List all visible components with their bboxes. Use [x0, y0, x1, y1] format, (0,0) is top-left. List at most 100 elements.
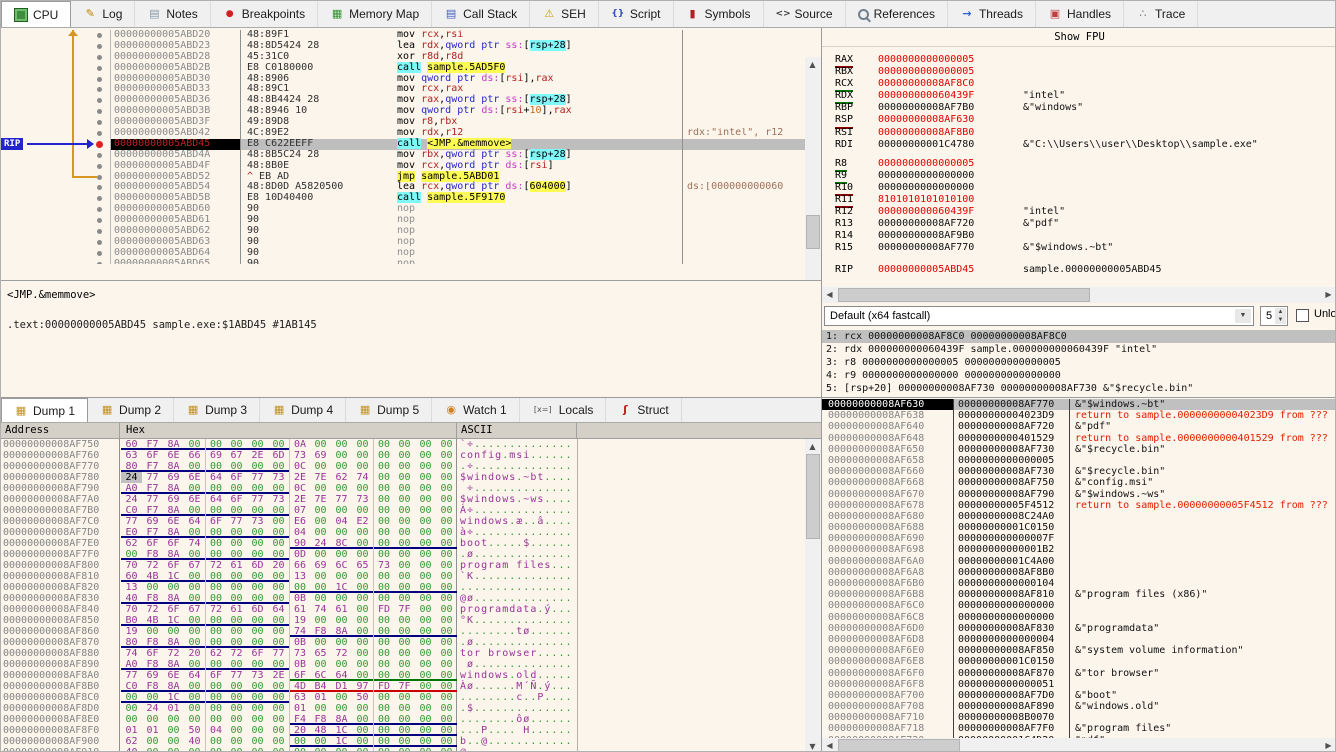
dump-hex-bytes[interactable]: 77696E646F77732E6F6C640000000000 [120, 670, 457, 681]
breakpoint-dot[interactable] [97, 218, 102, 223]
scroll-left-icon[interactable]: ◀ [822, 287, 837, 302]
argument-list[interactable]: 1: rcx 00000000008AF8C0 00000000008AF8C0… [822, 329, 1336, 398]
breakpoint-dot[interactable] [97, 120, 102, 125]
register-value[interactable]: 000000000060439F [878, 206, 1023, 218]
disassembly-vscrollbar[interactable]: ▲ ▼ [805, 57, 821, 291]
dump-tab-dump-4[interactable]: ▦Dump 4 [260, 398, 346, 422]
disasm-gutter[interactable] [1, 172, 111, 183]
dump-row[interactable]: 00000000008AF890A0F88A00000000000B000000… [1, 659, 805, 670]
chevron-down-icon[interactable]: ▼ [1235, 309, 1251, 323]
stack-row[interactable]: 00000000008AF69800000000000001B2 [822, 544, 1336, 555]
dump-row[interactable]: 00000000008AF77080F78A00000000000C000000… [1, 461, 805, 472]
dump-hex-bytes[interactable]: 2477696E646F77732E7E627400000000 [120, 472, 457, 483]
stack-row[interactable]: 00000000008AF6C00000000000000000 [822, 600, 1336, 611]
breakpoint-dot[interactable] [97, 175, 102, 180]
register-row[interactable]: R80000000000000005 [822, 158, 1336, 170]
dump-row[interactable]: 00000000008AF860190000000000000074F88A00… [1, 626, 805, 637]
register-row[interactable]: RCX00000000008AF8C0 [822, 78, 1336, 90]
stack-row[interactable]: 00000000008AF6C80000000000000000 [822, 612, 1336, 623]
tab-memory-map[interactable]: ▦Memory Map [318, 1, 432, 27]
dump-hex-bytes[interactable]: 2477696E646F77732E7E777300000000 [120, 494, 457, 505]
dump-row[interactable]: 00000000008AF7802477696E646F77732E7E6274… [1, 472, 805, 483]
scroll-thumb[interactable] [806, 454, 820, 539]
dump-hex-bytes[interactable]: 0000000000000000F4F88A0000000000 [120, 714, 457, 725]
dump-hex-bytes[interactable]: 70726F6772616D2066696C6573000000 [120, 560, 457, 571]
stack-row[interactable]: 00000000008AF70000000000008AF7D0&"boot" [822, 690, 1336, 701]
stack-row[interactable]: 00000000008AF67000000000008AF790&"$windo… [822, 489, 1336, 500]
breakpoint-dot[interactable] [97, 109, 102, 114]
dump-tab-dump-1[interactable]: ▦Dump 1 [1, 398, 88, 422]
disasm-gutter[interactable] [1, 74, 111, 85]
dump-hex-bytes[interactable]: 130000000000000000001C0000000000 [120, 582, 457, 593]
breakpoint-dot[interactable] [97, 77, 102, 82]
register-value[interactable]: 00000000008AF8C0 [878, 78, 1023, 90]
dump-hex-bytes[interactable]: 80F88A00000000000B00000000000000 [120, 637, 457, 648]
disasm-gutter[interactable] [1, 52, 111, 63]
register-row[interactable]: RSP00000000008AF630 [822, 114, 1336, 126]
breakpoint-dot[interactable] [97, 185, 102, 190]
dump-row[interactable]: 00000000008AF8D0002401000000000001000000… [1, 703, 805, 714]
stack-row[interactable]: 00000000008AF6F000000000008AF870&"tor br… [822, 668, 1336, 679]
dump-hex-bytes[interactable]: B04B1C00000000001900000000000000 [120, 615, 457, 626]
dump-row[interactable]: 00000000008AF80070726F6772616D2066696C65… [1, 560, 805, 571]
disasm-gutter[interactable] [1, 106, 111, 117]
dump-hex-bytes[interactable]: 80F78A00000000000C00000000000000 [120, 461, 457, 472]
scroll-up-icon[interactable]: ▲ [805, 439, 820, 454]
dump-hex-bytes[interactable]: 00F88A00000000000D00000000000000 [120, 549, 457, 560]
tab-breakpoints[interactable]: ●Breakpoints [211, 1, 318, 27]
dump-hex-bytes[interactable]: 010100500400000020481C0000000000 [120, 725, 457, 736]
register-row[interactable]: RDX000000000060439F"intel" [822, 90, 1336, 102]
disasm-gutter[interactable] [1, 41, 111, 52]
dump-tab-dump-5[interactable]: ▦Dump 5 [346, 398, 432, 422]
dump-row[interactable]: 00000000008AF8F0010100500400000020481C00… [1, 725, 805, 736]
stack-row[interactable]: 00000000008AF6A000000000001C4A00 [822, 556, 1336, 567]
breakpoint-dot[interactable] [97, 131, 102, 136]
dump-rows[interactable]: 00000000008AF75060F78A00000000000A000000… [1, 439, 805, 752]
disasm-gutter[interactable] [1, 259, 111, 264]
dump-hex-bytes[interactable]: 70726F6772616D6461746100FD7F0000 [120, 604, 457, 615]
disasm-gutter[interactable] [1, 63, 111, 74]
dump-hex-bytes[interactable]: 77696E646F777300E60004E200000000 [120, 516, 457, 527]
dump-tab-dump-3[interactable]: ▦Dump 3 [174, 398, 260, 422]
argument-line[interactable]: 1: rcx 00000000008AF8C0 00000000008AF8C0 [822, 330, 1336, 343]
breakpoint-dot[interactable] [97, 153, 102, 158]
breakpoint-dot[interactable] [97, 33, 102, 38]
tab-handles[interactable]: ▣Handles [1036, 1, 1124, 27]
stepper-arrows-icon[interactable]: ▲▼ [1275, 308, 1286, 324]
register-row[interactable]: R1400000000008AF9B0 [822, 230, 1336, 242]
dump-hex-bytes[interactable]: 604B1C00000000001300000000000000 [120, 571, 457, 582]
dump-hex-bytes[interactable]: C0F78A00000000000700000000000000 [120, 505, 457, 516]
dump-row[interactable]: 00000000008AF8E00000000000000000F4F88A00… [1, 714, 805, 725]
register-row[interactable]: RDI00000000001C4780&"C:\\Users\\user\\De… [822, 139, 1336, 151]
disasm-gutter[interactable] [1, 226, 111, 237]
breakpoint-dot[interactable] [97, 44, 102, 49]
disassembly-pane[interactable]: RIP 00000000005ABD2048:89F1mov rcx,rsi00… [1, 28, 821, 280]
breakpoint-dot[interactable] [97, 262, 102, 264]
dump-row[interactable]: 00000000008AF8B0C0F88A00000000004DB4D197… [1, 681, 805, 692]
tab-script[interactable]: {}Script [599, 1, 674, 27]
calling-convention-select[interactable]: Default (x64 fastcall)▼ [824, 306, 1254, 326]
stack-row[interactable]: 00000000008AF67800000000005F4512return t… [822, 500, 1336, 511]
register-value[interactable]: 000000000060439F [878, 90, 1023, 102]
register-list[interactable]: RAX0000000000000005RBX0000000000000005RC… [822, 47, 1336, 286]
dump-hex-bytes[interactable]: C0F88A00000000004DB4D197FD7F0000 [120, 681, 457, 692]
breakpoint-dot[interactable] [97, 98, 102, 103]
breakpoint-dot[interactable] [97, 240, 102, 245]
scroll-right-icon[interactable]: ▶ [1321, 287, 1336, 302]
dump-hex-bytes[interactable]: A0F78A00000000000C00000000000000 [120, 483, 457, 494]
disasm-gutter[interactable] [1, 215, 111, 226]
breakpoint-dot[interactable] [97, 87, 102, 92]
dump-row[interactable]: 00000000008AF84070726F6772616D6461746100… [1, 604, 805, 615]
dump-hex-bytes[interactable]: 190000000000000074F88A0000000000 [120, 626, 457, 637]
dump-hex-bytes[interactable]: 00240100000000000100000000000000 [120, 703, 457, 714]
dump-hex-bytes[interactable]: 620000400000000000001C0000000000 [120, 736, 457, 747]
dump-row[interactable]: 00000000008AF880746F722062726F7773657200… [1, 648, 805, 659]
register-row[interactable]: R1300000000008AF720&"pdf" [822, 218, 1336, 230]
argument-count-stepper[interactable]: 5▲▼ [1260, 306, 1288, 326]
register-value[interactable]: 0000000000000005 [878, 158, 1023, 170]
dump-row[interactable]: 00000000008AF8A077696E646F77732E6F6C6400… [1, 670, 805, 681]
stack-row[interactable]: 00000000008AF6580000000000000005 [822, 455, 1336, 466]
scroll-up-icon[interactable]: ▲ [805, 57, 820, 72]
disasm-gutter[interactable] [1, 128, 111, 139]
register-value[interactable]: 00000000008AF9B0 [878, 230, 1023, 242]
